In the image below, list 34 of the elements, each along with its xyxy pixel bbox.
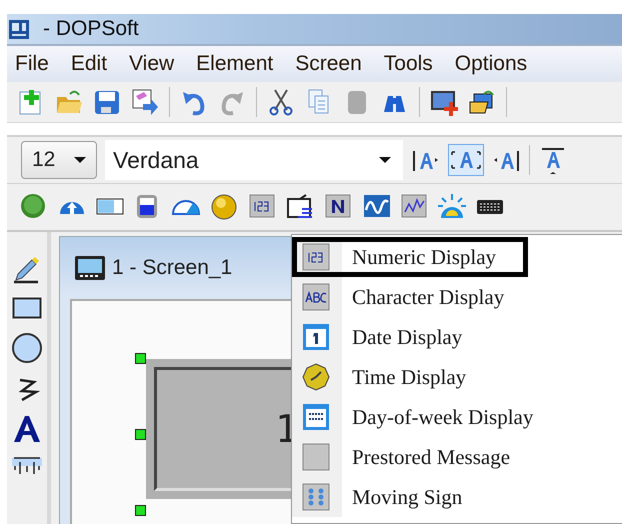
calendar-icon	[302, 403, 330, 431]
window-title: - DOPSoft	[43, 17, 139, 41]
circle-icon[interactable]	[11, 332, 43, 364]
menu-item[interactable]: View	[121, 49, 184, 79]
menu-item[interactable]: Edit	[62, 49, 116, 79]
menu-item[interactable]: Tools	[376, 49, 442, 79]
menu-item[interactable]: Element	[188, 49, 282, 79]
resize-handle[interactable]	[135, 353, 146, 364]
app-icon	[9, 18, 29, 40]
clock-icon	[302, 363, 330, 391]
menu-item[interactable]: Options	[446, 49, 536, 79]
rectangle-icon[interactable]	[12, 296, 42, 320]
screen-icon	[74, 255, 106, 281]
font-size-dropdown[interactable]: 12	[21, 141, 97, 179]
pencil-icon[interactable]	[12, 254, 42, 284]
text-tool-icon[interactable]	[12, 414, 42, 444]
lamp-icon[interactable]	[209, 192, 239, 222]
menu-item[interactable]: File	[7, 49, 58, 79]
calendar-icon	[302, 323, 330, 351]
font-name-dropdown[interactable]: Verdana	[105, 140, 403, 180]
resize-handle[interactable]	[135, 429, 146, 440]
screen-title: 1 - Screen_1	[112, 256, 232, 280]
resize-handle[interactable]	[135, 505, 146, 516]
numeric-display-icon	[302, 243, 330, 271]
dots-grid-icon	[302, 483, 330, 511]
menu-item[interactable]: Numeric Display	[292, 237, 528, 277]
screen-plus-icon[interactable]	[430, 88, 458, 116]
open-folder-icon[interactable]	[468, 88, 496, 116]
scissors-icon[interactable]	[267, 88, 295, 116]
save-icon[interactable]	[93, 88, 121, 116]
blank-box-icon	[302, 443, 330, 471]
menu-item[interactable]: Screen	[287, 49, 371, 79]
export-icon[interactable]	[131, 88, 159, 116]
letters-display-icon	[302, 283, 330, 311]
